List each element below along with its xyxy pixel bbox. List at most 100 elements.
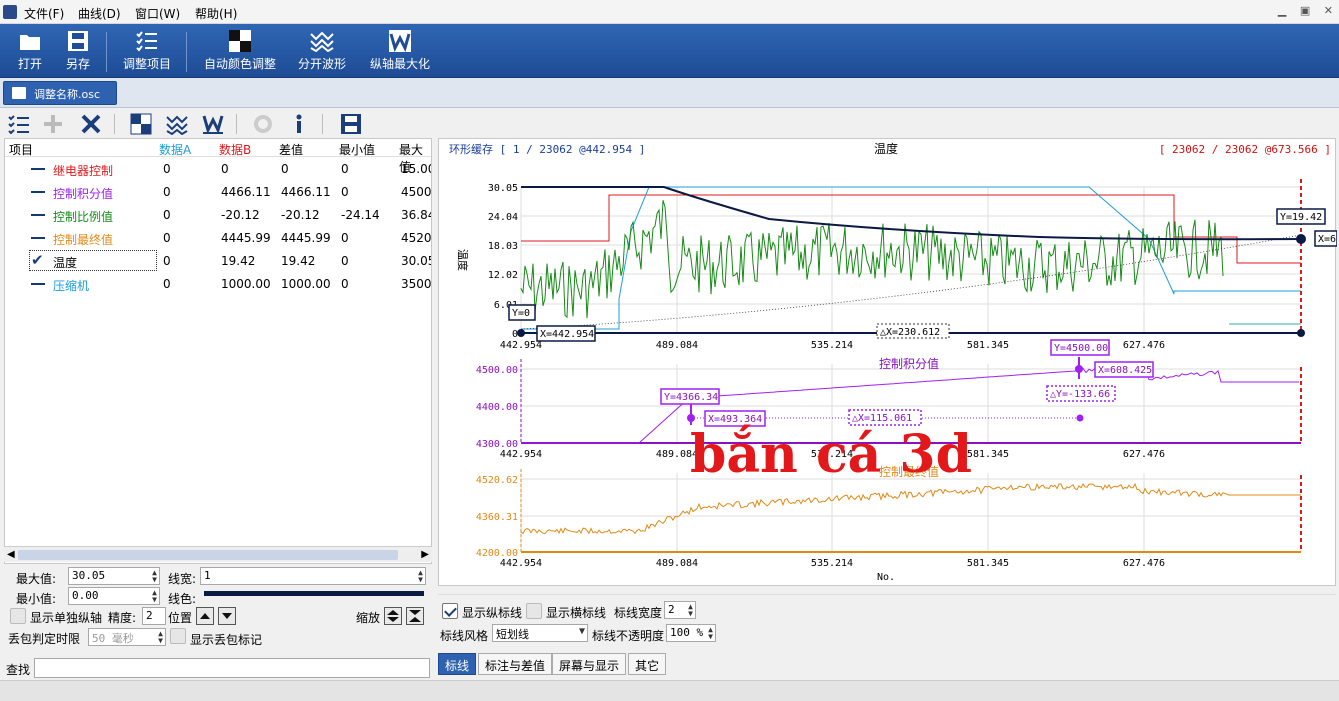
table-row[interactable]: 控制积分值 0 4466.11 4466.11 0 4500. [5, 181, 431, 203]
cursor-b-dot [1296, 234, 1306, 244]
gear-icon[interactable] [252, 113, 274, 135]
col-diff[interactable]: 差值 [279, 141, 303, 158]
tab-annotation[interactable]: 标注与差值 [478, 653, 553, 675]
position-down-button[interactable] [218, 607, 236, 625]
y-tick-label: 24.04 [488, 212, 518, 223]
close-icon[interactable]: ✕ [1324, 4, 1333, 17]
tab-screen[interactable]: 屏幕与显示 [552, 653, 627, 675]
show-loss-checkbox[interactable] [170, 628, 186, 644]
info-icon[interactable] [288, 113, 310, 135]
show-hline-label: 显示横标线 [546, 606, 607, 620]
chart-panel: 环形缓存 [ 1 / 23062 @442.954 ] 温度 [ 23062 / 2… [438, 138, 1338, 587]
adjust-items-button[interactable]: 调整项目 [118, 30, 176, 72]
loss-input[interactable]: 50 毫秒 ▲ ▼ [88, 628, 166, 646]
marker-style-label: 标线风格 [440, 629, 489, 643]
y-tick-label: 4360.31 [476, 512, 518, 523]
cell-max: 15.00 [401, 162, 432, 176]
w-axis-small-icon[interactable] [202, 113, 224, 135]
cell-a: 0 [163, 254, 171, 268]
show-hline-checkbox[interactable] [526, 603, 542, 619]
y-tick-label: 0 [512, 329, 518, 340]
split-wave-button[interactable]: 分开波形 [294, 30, 350, 72]
table-row[interactable]: 压缩机 0 1000.00 1000.00 0 3500. [5, 273, 431, 295]
triangle-up-icon [200, 613, 210, 619]
table-row[interactable]: 控制最终值 0 4445.99 4445.99 0 4520. [5, 227, 431, 249]
linewidth-input[interactable]: 1 ▲ ▼ [200, 567, 426, 585]
marker-opacity-input[interactable]: 100 % ▲ ▼ [666, 624, 716, 642]
zoom-shrink-icon [409, 610, 421, 622]
x-axis-label: No. [877, 572, 895, 583]
position-up-button[interactable] [196, 607, 214, 625]
document-tab[interactable]: 调整名称.osc [3, 81, 117, 105]
panel2-marker-c-dot [1076, 414, 1084, 422]
col-data-a[interactable]: 数据A [159, 141, 191, 158]
list-icon[interactable] [8, 113, 30, 135]
single-axis-checkbox[interactable] [10, 608, 26, 624]
chart-title: 温度 [874, 141, 898, 156]
delete-icon[interactable] [80, 113, 102, 135]
split-wave-label: 分开波形 [297, 57, 346, 71]
linecolor-swatch[interactable] [204, 591, 424, 596]
menu-file[interactable]: 文件(F) [24, 5, 64, 22]
min-label: 最小值: [16, 592, 57, 606]
max-y-label: 纵轴最大化 [369, 57, 430, 71]
scroll-right-icon[interactable]: ▶ [421, 549, 429, 560]
tab-markers-label: 标线 [445, 659, 470, 673]
col-min[interactable]: 最小值 [339, 141, 375, 158]
auto-color-button[interactable]: 自动颜色调整 [200, 30, 280, 72]
tab-other[interactable]: 其它 [628, 653, 667, 675]
scroll-left-icon[interactable]: ◀ [7, 549, 15, 560]
save-as-button[interactable]: 另存 [60, 30, 96, 72]
menu-help[interactable]: 帮助(H) [195, 5, 237, 22]
item-toolbar [0, 110, 436, 138]
tab-markers[interactable]: 标线 [438, 653, 477, 675]
max-label: 最大值: [16, 572, 57, 586]
scroll-thumb[interactable] [18, 550, 398, 560]
series-name: 继电器控制 [53, 164, 114, 178]
panel2-title: 控制积分值 [879, 356, 939, 371]
watermark-text: bắn cá 3d [690, 424, 972, 485]
marker-opacity-value: 100 % [670, 626, 704, 639]
checklist-icon [136, 31, 157, 52]
wave-split-small-icon[interactable] [166, 113, 188, 135]
find-input[interactable] [34, 658, 430, 678]
marker-width-input[interactable]: 2 ▲ ▼ [664, 601, 696, 619]
cell-b: 19.42 [221, 254, 256, 268]
min-input[interactable]: 0.00 ▲ ▼ [68, 587, 160, 605]
menu-window[interactable]: 窗口(W) [135, 5, 180, 22]
chart-canvas[interactable]: 环形缓存 [ 1 / 23062 @442.954 ] 温度 [ 23062 / 2… [439, 139, 1338, 587]
col-data-b[interactable]: 数据B [219, 141, 251, 158]
marker-style-select[interactable]: 短划线 ▼ [492, 624, 588, 642]
table-row[interactable]: 继电器控制 0 0 0 0 15.00 [5, 158, 432, 180]
zoom-in-button[interactable] [384, 607, 402, 625]
restore-icon[interactable]: ▣ [1300, 4, 1310, 17]
save-small-icon[interactable] [340, 113, 362, 135]
precision-input[interactable]: 2 [142, 607, 166, 625]
cell-max: 36.84 [401, 208, 432, 222]
checker-small-icon[interactable] [130, 113, 152, 135]
table-row[interactable]: 控制比例值 0 -20.12 -20.12 -24.14 36.84 [5, 204, 432, 226]
add-icon[interactable] [42, 113, 64, 135]
open-button[interactable]: 打开 [12, 30, 48, 72]
cell-diff: 1000.00 [281, 277, 331, 291]
cell-max: 30.05 [401, 254, 432, 268]
cell-min: -24.14 [341, 208, 380, 222]
table-row[interactable]: ✔ 温度 0 19.42 19.42 0 30.05 [5, 250, 432, 272]
y-axis-label: 温度 [456, 249, 470, 271]
cell-diff: -20.12 [281, 208, 320, 222]
series-name: 控制积分值 [53, 187, 114, 201]
marker-width-value: 2 [668, 603, 675, 616]
cell-a: 0 [163, 162, 171, 176]
table-hscrollbar[interactable]: ◀ ▶ [4, 546, 432, 562]
minimize-icon[interactable]: ▁ [1278, 4, 1286, 17]
menu-curve[interactable]: 曲线(D) [78, 5, 121, 22]
marker-width-label: 标线宽度 [614, 606, 663, 620]
marker-x1: X=6 [1318, 234, 1336, 245]
show-vline-checkbox[interactable] [442, 603, 458, 619]
menu-bar: 文件(F) 曲线(D) 窗口(W) 帮助(H) ▁ ▣ ✕ [0, 0, 1339, 24]
max-input[interactable]: 30.05 ▲ ▼ [68, 567, 160, 585]
col-item[interactable]: 项目 [9, 141, 33, 158]
zoom-out-button[interactable] [406, 607, 424, 625]
position-label: 位置 [168, 611, 193, 625]
max-y-button[interactable]: 纵轴最大化 [366, 30, 434, 72]
